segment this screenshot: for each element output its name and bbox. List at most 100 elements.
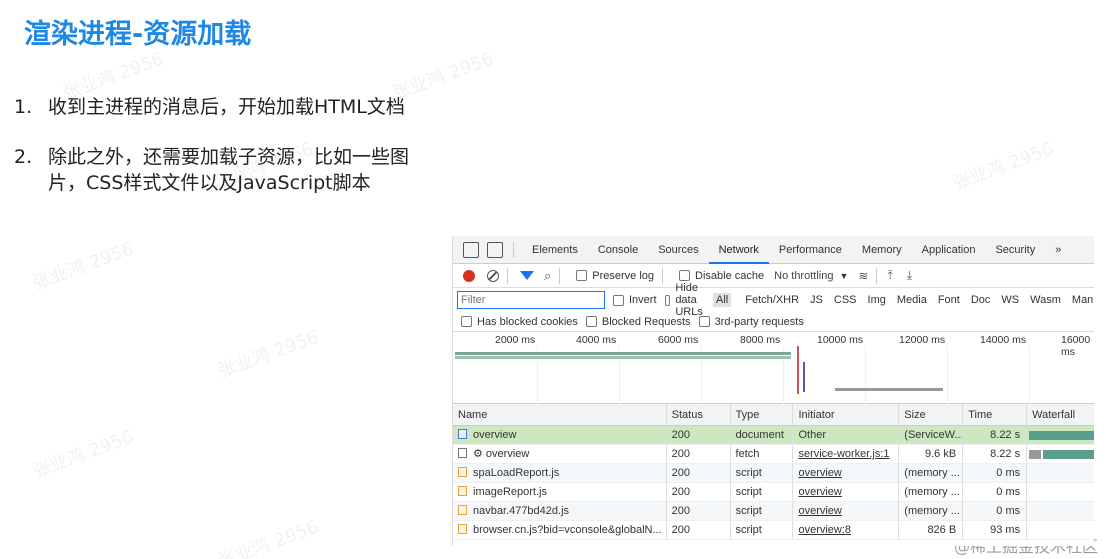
- cell-time: 0 ms: [963, 483, 1028, 501]
- tab-console[interactable]: Console: [588, 236, 648, 264]
- timeline-gridline: [865, 346, 866, 404]
- cell-initiator[interactable]: overview: [793, 502, 900, 520]
- type-filter-doc[interactable]: Doc: [968, 293, 994, 307]
- export-har-icon[interactable]: ⤓: [907, 268, 912, 283]
- tab-network[interactable]: Network: [708, 236, 769, 264]
- cell-size: (memory ...: [899, 502, 964, 520]
- watermark: 张业鸿 2956: [950, 138, 1057, 195]
- blocked-cookies-checkbox[interactable]: Has blocked cookies: [461, 316, 578, 328]
- checkbox-icon: [698, 316, 710, 327]
- cell-size: (memory ...: [899, 483, 964, 501]
- checkbox-icon: [664, 294, 671, 306]
- divider: [513, 241, 514, 258]
- disable-cache-checkbox[interactable]: Disable cache: [679, 270, 764, 282]
- column-header-initiator[interactable]: Initiator: [793, 404, 900, 425]
- watermark: 张业鸿 2956: [30, 238, 137, 295]
- cell-initiator[interactable]: overview: [793, 483, 900, 501]
- cell-time: 0 ms: [963, 464, 1028, 482]
- request-name: browser.cn.js?bid=vconsole&globalN...: [473, 524, 662, 536]
- table-row[interactable]: browser.cn.js?bid=vconsole&globalN... 20…: [453, 521, 1094, 540]
- preserve-log-checkbox[interactable]: Preserve log: [576, 270, 654, 282]
- table-row[interactable]: overview 200 document Other (ServiceW...…: [453, 426, 1094, 445]
- initiator-link[interactable]: overview: [798, 505, 841, 517]
- timeline-bar: [455, 356, 791, 359]
- list-text: 收到主进程的消息后，开始加载HTML文档: [48, 96, 405, 118]
- table-row[interactable]: spaLoadReport.js 200 script overview (me…: [453, 464, 1094, 483]
- chevron-down-icon[interactable]: ▼: [839, 271, 848, 281]
- table-row[interactable]: imageReport.js 200 script overview (memo…: [453, 483, 1094, 502]
- filter-input[interactable]: [457, 291, 605, 309]
- script-icon: [458, 524, 467, 534]
- checkbox-label: Has blocked cookies: [477, 315, 578, 328]
- invert-checkbox[interactable]: Invert: [613, 294, 657, 306]
- tab-memory[interactable]: Memory: [852, 236, 912, 264]
- type-filter-media[interactable]: Media: [894, 293, 930, 307]
- tab-sources[interactable]: Sources: [648, 236, 708, 264]
- device-toolbar-icon[interactable]: [487, 241, 503, 258]
- table-row[interactable]: ⚙ overview 200 fetch service-worker.js:1…: [453, 445, 1094, 464]
- more-tabs-icon[interactable]: »: [1045, 236, 1071, 264]
- column-header-name[interactable]: Name: [453, 404, 667, 425]
- timeline-bar: [797, 346, 799, 394]
- cell-name: ⚙ overview: [453, 445, 667, 463]
- initiator-link[interactable]: overview:8: [798, 524, 851, 536]
- initiator-link[interactable]: service-worker.js:1: [798, 448, 889, 460]
- tab-security[interactable]: Security: [985, 236, 1045, 264]
- cell-initiator[interactable]: service-worker.js:1: [793, 445, 900, 463]
- timeline-tick: 2000 ms: [495, 334, 536, 346]
- column-header-size[interactable]: Size: [899, 404, 964, 425]
- type-filter-font[interactable]: Font: [935, 293, 963, 307]
- cell-initiator[interactable]: overview: [793, 464, 900, 482]
- tab-application[interactable]: Application: [912, 236, 986, 264]
- requests-table: Name Status Type Initiator Size Time Wat…: [453, 404, 1094, 540]
- cell-initiator[interactable]: overview:8: [793, 521, 900, 539]
- blocked-requests-checkbox[interactable]: Blocked Requests: [585, 316, 691, 328]
- waterfall-bar: [1043, 450, 1094, 459]
- tab-elements[interactable]: Elements: [522, 236, 588, 264]
- timeline-overview[interactable]: 2000 ms 4000 ms 6000 ms 8000 ms 10000 ms…: [453, 332, 1094, 404]
- type-filter-fetch-xhr[interactable]: Fetch/XHR: [742, 293, 802, 307]
- throttling-select[interactable]: No throttling: [774, 270, 833, 282]
- cell-waterfall: [1027, 426, 1094, 444]
- checkbox-label: Preserve log: [592, 269, 655, 282]
- divider: [559, 267, 561, 284]
- type-filter-wasm[interactable]: Wasm: [1027, 293, 1064, 307]
- third-party-checkbox[interactable]: 3rd-party requests: [698, 316, 804, 328]
- cell-time: 8.22 s: [963, 445, 1028, 463]
- column-header-waterfall[interactable]: Waterfall: [1027, 404, 1094, 425]
- initiator-link[interactable]: overview: [798, 486, 841, 498]
- search-icon[interactable]: ⌕: [544, 268, 551, 284]
- column-header-time[interactable]: Time: [963, 404, 1028, 425]
- initiator-link[interactable]: overview: [798, 467, 841, 479]
- cell-size: 826 B: [899, 521, 964, 539]
- cell-waterfall: [1027, 521, 1094, 539]
- table-row[interactable]: navbar.477bd42d.js 200 script overview (…: [453, 502, 1094, 521]
- type-filter-js[interactable]: JS: [807, 293, 826, 307]
- type-filter-manifest[interactable]: Man: [1069, 293, 1094, 307]
- type-filter-all[interactable]: All: [713, 293, 732, 307]
- column-header-type[interactable]: Type: [731, 404, 794, 425]
- cell-type: document: [731, 426, 794, 444]
- type-filter-css[interactable]: CSS: [831, 293, 860, 307]
- devtools-panel: Elements Console Sources Network Perform…: [452, 236, 1094, 546]
- cell-status: 200: [667, 426, 731, 444]
- timeline-gridline: [1029, 346, 1030, 404]
- inspect-icon[interactable]: [463, 241, 479, 258]
- column-header-status[interactable]: Status: [667, 404, 731, 425]
- record-icon[interactable]: [463, 269, 475, 282]
- timeline-bar: [835, 388, 943, 391]
- request-name: ⚙ overview: [473, 448, 530, 460]
- cell-waterfall: [1027, 445, 1094, 463]
- network-conditions-icon[interactable]: ≋: [858, 269, 868, 283]
- filter-icon[interactable]: [520, 271, 534, 280]
- timeline-bar: [803, 362, 805, 392]
- cell-status: 200: [667, 483, 731, 501]
- import-har-icon[interactable]: ⤒: [887, 268, 892, 283]
- request-name: imageReport.js: [473, 486, 547, 498]
- tab-performance[interactable]: Performance: [769, 236, 852, 264]
- type-filter-img[interactable]: Img: [865, 293, 889, 307]
- type-filter-ws[interactable]: WS: [998, 293, 1022, 307]
- timeline-tick: 12000 ms: [899, 334, 946, 346]
- clear-icon[interactable]: [487, 269, 499, 282]
- timeline-tick: 10000 ms: [817, 334, 864, 346]
